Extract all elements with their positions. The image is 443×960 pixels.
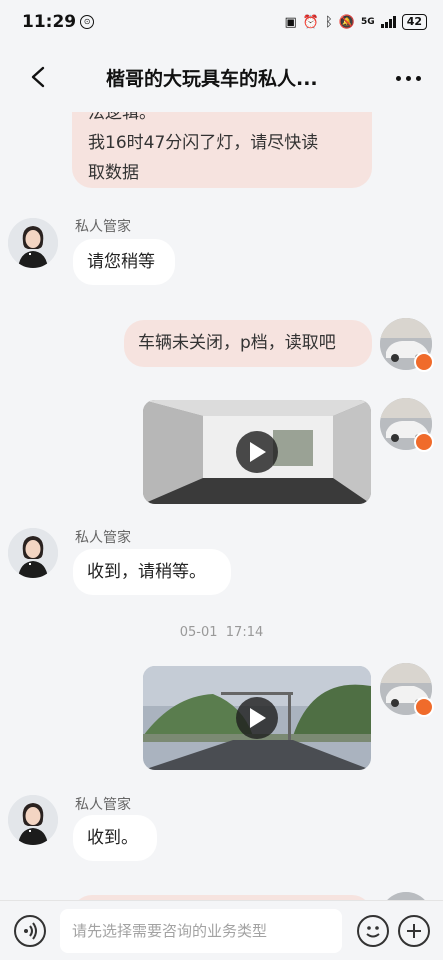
video-message[interactable] [143,666,371,770]
agent-name: 私人管家 [75,530,131,546]
nfc-icon: ▣ [284,14,297,30]
agent-avatar[interactable] [8,795,58,845]
agent-name: 私人管家 [75,219,131,235]
user-avatar[interactable] [380,398,434,452]
mute-icon: 🔕 [338,14,356,30]
more-icon[interactable] [396,76,421,81]
signal-icon [380,16,396,28]
agent-avatar[interactable] [8,218,58,268]
user-message-bubble: 法逻辑。 我16时47分闪了灯，请尽快读 取数据 [72,112,372,188]
hd-icon: ⊙ [80,15,95,29]
status-bar: 11:29 ⊙ ▣ ⏰ ᛒ 🔕 5G 42 [0,0,443,44]
play-icon[interactable] [236,431,278,473]
message-text: 请您稍等 [87,252,155,272]
plus-icon[interactable] [398,915,430,947]
message-text: 我16时47分闪了灯，请尽快读 [88,133,319,153]
timestamp: 05-01 17:14 [179,625,264,640]
agent-portrait-icon [8,795,58,845]
user-avatar[interactable] [380,892,432,900]
user-avatar[interactable] [380,663,434,717]
agent-message-bubble: 请您稍等 [73,239,175,285]
message-text: 收到。 [87,828,138,848]
status-time: 11:29 [22,12,77,32]
play-icon[interactable] [236,697,278,739]
nav-bar: 楷哥的大玩具车的私人... [0,44,443,112]
battery-icon: 42 [401,14,427,30]
agent-portrait-icon [8,528,58,578]
message-input[interactable]: 请先选择需要咨询的业务类型 [60,909,342,953]
network-type: 5G [361,16,375,27]
status-icons: ▣ ⏰ ᛒ 🔕 5G 42 [285,14,427,30]
input-bar: 请先选择需要咨询的业务类型 [0,900,443,960]
agent-message-bubble: 收到，请稍等。 [73,549,231,595]
alarm-icon: ⏰ [302,14,320,30]
edit-badge-icon [414,432,434,452]
video-message[interactable] [143,400,371,504]
agent-name: 私人管家 [75,797,131,813]
agent-avatar[interactable] [8,528,58,578]
back-icon[interactable] [28,66,50,88]
bluetooth-icon: ᛒ [325,14,333,30]
message-text: 取数据 [88,163,139,183]
chat-list[interactable]: 法逻辑。 我16时47分闪了灯，请尽快读 取数据 私人管家 请您稍等 车辆未关闭… [0,112,443,900]
chat-title: 楷哥的大玩具车的私人... [106,68,318,90]
edit-badge-icon [414,352,434,372]
edit-badge-icon [414,697,434,717]
user-message-bubble: 车辆未关闭，p档，读取吧 [124,320,372,367]
emoji-icon[interactable] [357,915,389,947]
message-text: 收到，请稍等。 [87,562,206,582]
agent-portrait-icon [8,218,58,268]
car-avatar-image [380,892,432,900]
agent-message-bubble: 收到。 [73,815,157,861]
message-text: 法逻辑。 [88,112,156,123]
message-text: 车辆未关闭，p档，读取吧 [138,333,336,353]
voice-icon[interactable] [14,915,46,947]
user-avatar[interactable] [380,318,434,372]
